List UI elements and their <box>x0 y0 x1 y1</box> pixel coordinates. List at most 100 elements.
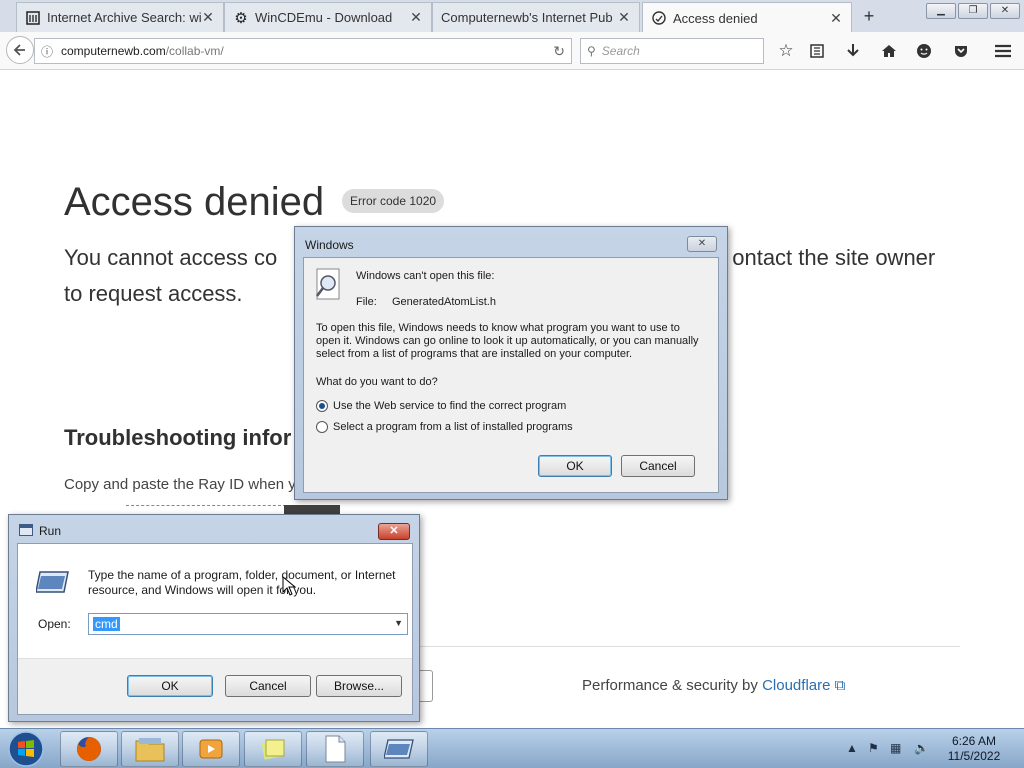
folder-icon <box>135 738 165 762</box>
dialog-title: Windows <box>305 238 354 252</box>
footer: Performance & security by Cloudflare ⧉ <box>582 677 845 694</box>
radio-label: Use the Web service to find the correct … <box>333 400 567 412</box>
taskbar-notes[interactable] <box>244 731 302 767</box>
message-left: You cannot access co <box>64 245 278 270</box>
taskbar-run[interactable] <box>370 731 428 767</box>
close-window-button[interactable]: ✕ <box>990 3 1020 19</box>
navigation-bar: ⓘ computernewb.com /collab-vm/ ↻ ⚲ Searc… <box>0 32 1024 70</box>
footer-divider <box>420 646 960 647</box>
taskbar-document[interactable] <box>306 731 364 767</box>
taskbar: ▲ ⚑ ▦ 🔈 6:26 AM 11/5/2022 <box>0 728 1024 768</box>
run-icon <box>384 739 414 759</box>
tab-internet-archive[interactable]: Internet Archive Search: wi... ✕ <box>16 2 224 32</box>
url-path: /collab-vm/ <box>165 44 224 58</box>
dialog-body: Windows can't open this file: File: Gene… <box>303 257 719 493</box>
clock[interactable]: 6:26 AM 11/5/2022 <box>936 734 1012 764</box>
home-icon[interactable] <box>878 40 900 62</box>
tab-title: WinCDEmu - Download <box>255 10 393 25</box>
close-tab-icon[interactable]: ✕ <box>617 9 631 26</box>
media-player-icon <box>199 739 223 759</box>
download-icon[interactable] <box>842 40 864 62</box>
open-label: Open: <box>38 617 71 631</box>
run-close-button[interactable]: ✕ <box>378 523 410 540</box>
open-description: To open this file, Windows needs to know… <box>316 322 699 360</box>
cloudflare-link[interactable]: Cloudflare <box>762 677 830 694</box>
radio-unselected-icon[interactable] <box>316 421 328 433</box>
close-tab-icon[interactable]: ✕ <box>409 9 423 26</box>
tab-title: Access denied <box>673 10 758 26</box>
radio-web-service[interactable]: Use the Web service to find the correct … <box>316 399 676 415</box>
taskbar-firefox[interactable] <box>60 731 118 767</box>
run-input-value[interactable]: cmd <box>93 617 120 631</box>
question-text: What do you want to do? <box>316 376 438 388</box>
external-link-icon: ⧉ <box>834 677 846 694</box>
run-cancel-button[interactable]: Cancel <box>225 675 311 697</box>
action-center-flag-icon[interactable]: ⚑ <box>868 741 879 755</box>
taskbar-explorer[interactable] <box>121 731 179 767</box>
footer-button-edge[interactable] <box>418 670 433 702</box>
show-hidden-icons[interactable]: ▲ <box>846 741 858 755</box>
file-search-icon <box>314 268 344 302</box>
search-placeholder: Search <box>601 44 640 58</box>
firefox-icon <box>76 737 101 761</box>
ray-id-instructions: Copy and paste the Ray ID when y <box>64 476 296 493</box>
dialog-close-button[interactable]: ✕ <box>687 236 717 252</box>
browser-tab-strip: Internet Archive Search: wi... ✕ ⚙ WinCD… <box>0 0 1024 33</box>
message-line2: to request access. <box>64 281 243 306</box>
taskbar-media-player[interactable] <box>182 731 240 767</box>
run-dialog: Run ✕ Type the name of a program, folder… <box>8 514 420 722</box>
tab-computernewb[interactable]: Computernewb's Internet Pub ... ✕ <box>432 2 640 32</box>
internet-archive-icon <box>25 10 41 26</box>
footer-text: Performance & security by <box>582 677 758 694</box>
file-name: GeneratedAtomList.h <box>392 296 496 308</box>
run-body: Type the name of a program, folder, docu… <box>17 543 413 715</box>
smiley-icon[interactable] <box>913 40 935 62</box>
message-right: ontact the site owner <box>732 245 936 270</box>
back-button[interactable] <box>6 36 34 64</box>
cancel-button[interactable]: Cancel <box>621 455 695 477</box>
url-host: computernewb.com <box>61 44 166 58</box>
tab-wincdemu[interactable]: ⚙ WinCDEmu - Download ✕ <box>224 2 432 32</box>
clock-time: 6:26 AM <box>951 734 997 748</box>
run-ok-button[interactable]: OK <box>127 675 213 697</box>
info-icon[interactable]: ⓘ <box>41 43 61 60</box>
radio-selected-icon[interactable] <box>316 400 328 412</box>
tab-title: Internet Archive Search: wi... <box>47 10 201 25</box>
document-icon <box>325 735 346 763</box>
tab-title: Computernewb's Internet Pub ... <box>441 10 617 25</box>
pocket-icon[interactable] <box>950 40 972 62</box>
run-browse-button[interactable]: Browse... <box>316 675 402 697</box>
reload-icon[interactable]: ↻ <box>553 43 565 60</box>
sticky-notes-icon <box>261 739 285 760</box>
run-open-combobox[interactable]: cmd ▼ <box>88 613 408 635</box>
dropdown-arrow-icon[interactable]: ▼ <box>394 618 403 628</box>
minimize-button[interactable]: ▁ <box>926 3 956 19</box>
run-button-bar: OK Cancel Browse... <box>18 658 412 714</box>
url-bar[interactable]: ⓘ computernewb.com /collab-vm/ ↻ <box>34 38 572 64</box>
new-tab-button[interactable]: + <box>859 6 879 27</box>
cloudflare-shield-icon <box>651 10 667 26</box>
radio-select-program[interactable]: Select a program from a list of installe… <box>316 420 676 436</box>
ok-button[interactable]: OK <box>538 455 612 477</box>
run-window-icon <box>19 523 33 536</box>
volume-muted-icon[interactable]: 🔈 <box>914 741 929 755</box>
restore-button[interactable]: ❐ <box>958 3 988 19</box>
error-code-badge: Error code 1020 <box>342 189 445 213</box>
menu-icon[interactable] <box>992 40 1014 62</box>
close-tab-icon[interactable]: ✕ <box>201 9 215 26</box>
clock-date: 11/5/2022 <box>947 749 1001 763</box>
run-description: Type the name of a program, folder, docu… <box>88 568 396 597</box>
bookmark-star-icon[interactable]: ☆ <box>775 40 797 62</box>
reading-list-icon[interactable] <box>806 40 828 62</box>
back-arrow-icon <box>13 44 25 56</box>
file-label: File: <box>356 296 377 308</box>
run-title: Run <box>39 524 62 538</box>
radio-label: Select a program from a list of installe… <box>333 421 573 433</box>
search-icon: ⚲ <box>587 44 596 58</box>
network-icon[interactable]: ▦ <box>890 741 901 755</box>
close-tab-icon[interactable]: ✕ <box>829 10 843 27</box>
start-button[interactable] <box>4 730 48 768</box>
search-input[interactable]: ⚲ Search <box>580 38 764 64</box>
tab-access-denied[interactable]: Access denied ✕ <box>642 2 852 33</box>
troubleshooting-heading: Troubleshooting infor <box>64 425 292 450</box>
